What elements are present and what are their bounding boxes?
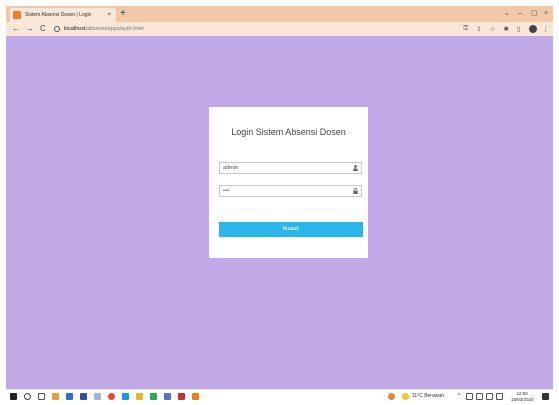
xampp-icon[interactable] [192,393,199,400]
app-icon-blue[interactable] [94,393,101,400]
chrome-icon[interactable] [108,393,115,400]
clock[interactable]: 12:55 18/03/2020 [511,391,534,402]
volume-icon[interactable] [486,393,493,400]
back-button[interactable]: ← [12,22,20,36]
tray-app-icon[interactable] [388,393,395,400]
forward-button[interactable]: → [26,22,34,36]
login-submit-button[interactable]: Masuk [219,222,363,237]
password-field[interactable] [219,185,362,197]
page-background: Login Sistem Absensi Dosen admin ••• Mas… [6,36,553,389]
folder-icon[interactable] [136,393,143,400]
profile-avatar[interactable] [528,25,537,33]
minimize-button[interactable]: – [518,8,522,20]
search-icon[interactable] [24,393,31,400]
tab-search-icon[interactable]: ⌄ [504,8,510,20]
task-view-icon[interactable] [38,393,45,400]
start-button[interactable] [10,393,17,400]
sidebar-icon[interactable]: ▯ [517,25,521,33]
maximize-button[interactable]: ▢ [531,8,538,20]
url-path: /absensi/apps/auth.html [85,26,144,32]
battery-icon[interactable] [476,393,483,400]
user-icon [353,164,358,171]
browser-toolbar: ← → C localhost/absensi/apps/auth.html ⚿… [6,22,553,36]
notifications-icon[interactable] [542,393,549,400]
store-icon[interactable] [66,393,73,400]
browser-tab-strip: Sistem Absensi Dosen | Login × + ⌄ – ▢ × [6,6,553,22]
app-icon-red[interactable] [178,393,185,400]
bookmark-star-icon[interactable]: ☆ [490,25,496,33]
app-icon-v[interactable] [80,393,87,400]
menu-kebab-icon[interactable]: ⋮ [543,25,550,33]
extensions-icon[interactable]: ✱ [503,25,508,33]
favicon-icon [13,11,21,19]
edge-icon[interactable] [122,393,129,400]
username-field[interactable] [219,162,362,174]
screen: Sistem Absensi Dosen | Login × + ⌄ – ▢ ×… [0,0,559,405]
taskbar: 11°C Berawan ^ 12:55 18/03/2020 [6,389,553,403]
share-icon[interactable]: ⇪ [476,25,481,33]
tray-expand-icon[interactable]: ^ [458,393,460,400]
file-explorer-icon[interactable] [52,393,59,400]
key-icon[interactable]: ⚿ [463,25,468,33]
login-card: Login Sistem Absensi Dosen admin ••• Mas… [209,107,368,258]
login-title: Login Sistem Absensi Dosen [231,127,346,137]
username-input[interactable] [220,163,348,173]
lock-icon [353,187,358,194]
network-icon[interactable] [466,393,473,400]
password-input[interactable] [220,186,348,196]
url-host: localhost [63,26,86,32]
reload-button[interactable]: C [40,22,46,36]
spreadsheet-icon[interactable] [150,393,157,400]
weather-icon [402,393,409,400]
vscode-icon[interactable] [164,393,171,400]
new-tab-button[interactable]: + [120,8,126,20]
toolbar-actions: ⚿ ⇪ ☆ ✱ ▯ ⋮ [463,22,553,36]
site-info-icon[interactable] [53,26,60,32]
keyboard-icon[interactable] [496,393,503,400]
clock-date: 18/03/2020 [511,396,534,402]
tab-close-icon[interactable]: × [107,12,111,18]
tab-title: Sistem Absensi Dosen | Login [25,12,92,18]
weather-text[interactable]: 11°C Berawan [412,393,444,400]
browser-tab[interactable]: Sistem Absensi Dosen | Login × [10,8,116,22]
close-window-button[interactable]: × [544,8,548,20]
address-bar[interactable]: localhost/absensi/apps/auth.html [53,26,144,32]
